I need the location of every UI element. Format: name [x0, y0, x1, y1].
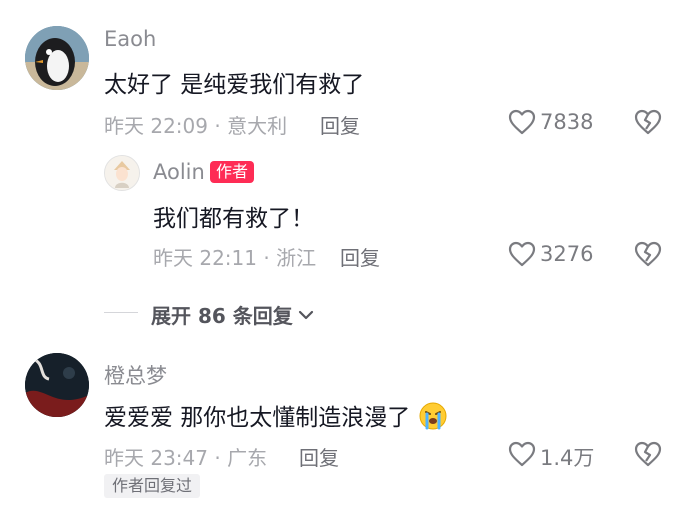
loudly-crying-face-icon — [418, 401, 448, 437]
broken-heart-icon[interactable] — [634, 441, 662, 467]
comment-text-body: 爱爱爱 那你也太懂制造浪漫了 — [104, 405, 411, 431]
like-count: 3276 — [540, 242, 594, 266]
reply-meta: 昨天 22:11 · 浙江 — [153, 246, 317, 270]
comment-text: 太好了 是纯爱我们有救了 — [104, 72, 365, 98]
reply-button[interactable]: 回复 — [320, 110, 360, 139]
author-replied-badge: 作者回复过 — [104, 474, 201, 498]
comment-meta: 昨天 22:09 · 意大利 — [104, 114, 288, 138]
avatar[interactable] — [25, 353, 89, 417]
reply-text: 我们都有救了！ — [153, 206, 314, 232]
comment-item: 橙总梦 爱爱爱 那你也太懂制造浪漫了 昨天 23:47 · 广东 回复 1.4万… — [0, 345, 690, 518]
chevron-down-icon — [298, 310, 313, 319]
broken-heart-icon[interactable] — [634, 109, 662, 135]
like-count: 7838 — [540, 110, 594, 134]
penguin-avatar-icon — [25, 26, 89, 90]
heart-icon[interactable] — [508, 441, 536, 467]
broken-heart-icon[interactable] — [634, 241, 662, 267]
reply-avatar[interactable] — [104, 155, 140, 191]
avatar[interactable] — [25, 26, 89, 90]
abstract-avatar-icon — [25, 353, 89, 417]
reply-username[interactable]: Aolin — [153, 160, 205, 184]
expand-replies-button[interactable]: 展开 86 条回复 — [151, 300, 315, 329]
comment-meta: 昨天 23:47 · 广东 — [104, 446, 268, 470]
reply-button[interactable]: 回复 — [299, 442, 339, 471]
like-count: 1.4万 — [540, 446, 595, 470]
comment-username[interactable]: 橙总梦 — [104, 360, 167, 390]
expand-replies-label: 展开 86 条回复 — [151, 304, 293, 328]
heart-icon[interactable] — [508, 241, 536, 267]
author-tag: 作者 — [210, 161, 255, 183]
comment-item: Eaoh 太好了 是纯爱我们有救了 昨天 22:09 · 意大利 回复 7838… — [0, 0, 690, 328]
comment-text: 爱爱爱 那你也太懂制造浪漫了 — [104, 398, 448, 437]
comment-username[interactable]: Eaoh — [104, 27, 156, 51]
divider — [104, 312, 138, 313]
girl-avatar-icon — [105, 156, 139, 190]
reply-button[interactable]: 回复 — [340, 242, 380, 271]
heart-icon[interactable] — [508, 109, 536, 135]
